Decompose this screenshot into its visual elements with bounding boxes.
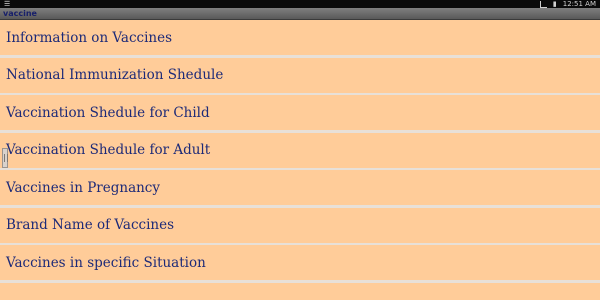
menu-item-national-immunization-schedule[interactable]: National Immunization Shedule — [0, 57, 600, 93]
menu-list: Information on Vaccines National Immuniz… — [0, 20, 600, 283]
menu-item-label: Vaccination Shedule for Adult — [6, 142, 211, 158]
menu-item-information-on-vaccines[interactable]: Information on Vaccines — [0, 20, 600, 55]
menu-item-vaccines-in-pregnancy[interactable]: Vaccines in Pregnancy — [0, 170, 600, 205]
menu-item-label: Vaccination Shedule for Child — [6, 104, 210, 121]
fast-scroll-handle[interactable] — [2, 148, 8, 168]
menu-item-vaccines-in-specific-situation[interactable]: Vaccines in specific Situation — [0, 245, 600, 280]
status-bar: ☰ ▮ 12:51 AM — [0, 0, 600, 8]
title-bar: vaccine — [0, 8, 600, 20]
menu-item-label: Brand Name of Vaccines — [6, 217, 175, 233]
menu-item-label: Vaccines in Pregnancy — [6, 179, 160, 196]
app-title: vaccine — [3, 9, 37, 18]
battery-icon: ▮ — [552, 0, 557, 8]
menu-item-vaccination-schedule-child[interactable]: Vaccination Shedule for Child — [0, 95, 600, 130]
menu-item-partial[interactable] — [0, 283, 600, 300]
menu-item-brand-name-of-vaccines[interactable]: Brand Name of Vaccines — [0, 207, 600, 243]
menu-item-vaccination-schedule-adult[interactable]: Vaccination Shedule for Adult — [0, 132, 600, 168]
status-icons: ▮ 12:51 AM — [539, 0, 596, 8]
notification-icon: ☰ — [4, 0, 11, 8]
menu-item-label: National Immunization Shedule — [6, 67, 224, 83]
menu-item-label: Information on Vaccines — [6, 29, 173, 46]
menu-item-label: Vaccines in specific Situation — [6, 254, 206, 271]
signal-icon — [539, 0, 547, 8]
status-time: 12:51 AM — [562, 0, 596, 8]
